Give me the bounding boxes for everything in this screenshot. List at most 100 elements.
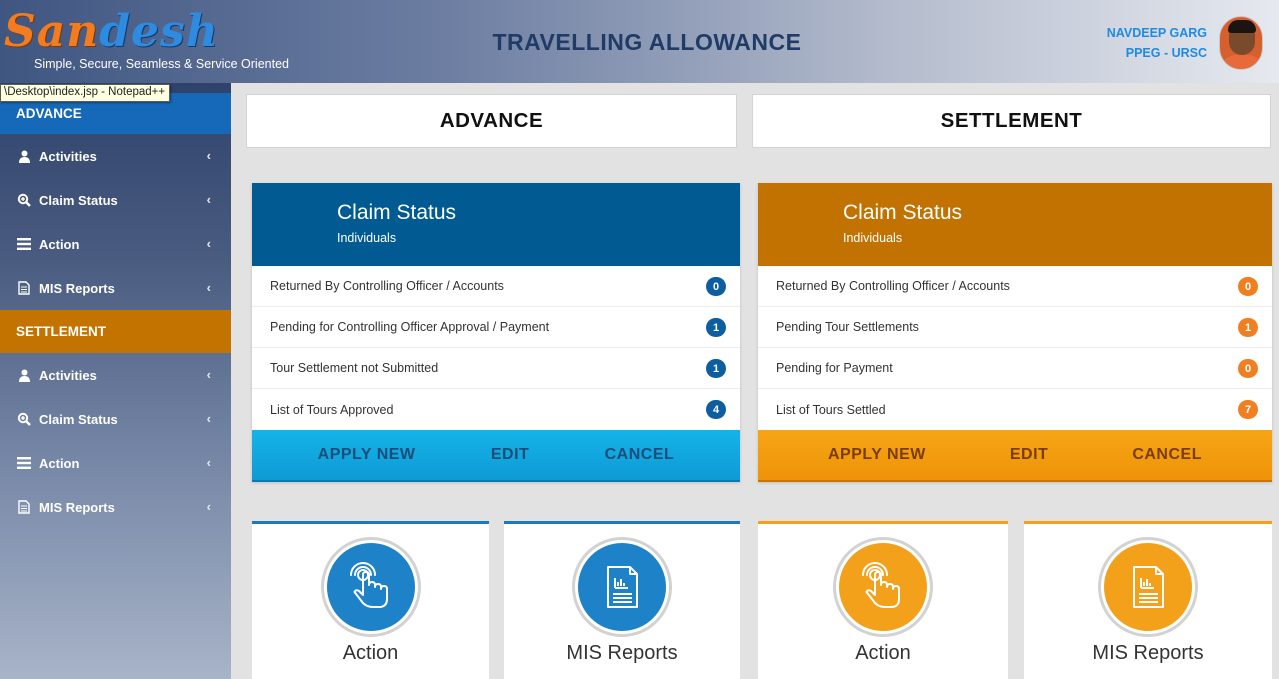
settlement-claim-status-card: Claim Status Individuals Returned By Con…: [758, 183, 1272, 482]
advance-panel-title: ADVANCE: [246, 94, 737, 148]
row-label: Pending for Payment: [776, 361, 893, 375]
count-badge: 4: [706, 400, 726, 419]
advance-status-row[interactable]: List of Tours Approved 4: [252, 389, 740, 430]
row-label: List of Tours Approved: [270, 402, 394, 417]
advance-action-tile[interactable]: Action: [252, 521, 489, 679]
tile-label: MIS Reports: [1092, 642, 1204, 664]
sidebar-item-advance-action[interactable]: Action ‹: [0, 222, 231, 266]
report-icon: [578, 543, 666, 631]
notepad-tooltip: \Desktop\index.jsp - Notepad++: [0, 84, 171, 102]
settlement-status-row[interactable]: List of Tours Settled 7: [758, 389, 1272, 430]
settlement-status-row[interactable]: Pending for Payment 0: [758, 348, 1272, 389]
logo-text-part1: San: [4, 6, 100, 57]
edit-button[interactable]: EDIT: [1010, 446, 1048, 464]
touch-hand-icon: [839, 543, 927, 631]
sidebar-item-label: MIS Reports: [39, 499, 115, 515]
sidebar-item-settlement-activities[interactable]: Activities ‹: [0, 353, 231, 397]
tile-icon-ring: [833, 537, 933, 637]
sidebar-item-label: Claim Status: [39, 192, 118, 208]
tile-label: Action: [855, 642, 911, 664]
avatar-hair: [1228, 20, 1256, 33]
document-icon: [16, 281, 32, 295]
sidebar-item-advance-activities[interactable]: Activities ‹: [0, 134, 231, 178]
settlement-status-row[interactable]: Returned By Controlling Officer / Accoun…: [758, 266, 1272, 307]
avatar-shirt: [1220, 55, 1262, 69]
chevron-left-icon: ‹: [206, 236, 211, 251]
sidebar-section-settlement[interactable]: SETTLEMENT: [0, 310, 231, 353]
row-label: Pending Tour Settlements: [776, 320, 919, 334]
tile-label: MIS Reports: [566, 642, 678, 664]
status-subtitle: Individuals: [843, 231, 903, 245]
count-badge: 7: [1238, 400, 1258, 419]
user-name[interactable]: NAVDEEP GARG: [1107, 26, 1207, 40]
cancel-button[interactable]: CANCEL: [1132, 446, 1202, 464]
row-label: List of Tours Settled: [776, 402, 886, 417]
count-badge: 0: [706, 277, 726, 296]
chevron-left-icon: ‹: [206, 455, 211, 470]
chevron-left-icon: ‹: [206, 411, 211, 426]
sandesh-logo[interactable]: Sandesh: [4, 4, 219, 60]
status-subtitle: Individuals: [337, 231, 397, 245]
row-label: Returned By Controlling Officer / Accoun…: [270, 279, 504, 293]
tile-icon-ring: [1098, 537, 1198, 637]
list-icon: [16, 456, 32, 470]
advance-button-bar: APPLY NEW EDIT CANCEL: [252, 430, 740, 482]
sidebar-item-label: Activities: [39, 148, 97, 164]
sidebar-item-label: MIS Reports: [39, 280, 115, 296]
sidebar-item-label: Action: [39, 236, 80, 252]
tagline: Simple, Secure, Seamless & Service Orien…: [34, 57, 289, 71]
advance-claim-status-card: Claim Status Individuals Returned By Con…: [252, 183, 740, 482]
cancel-button[interactable]: CANCEL: [605, 446, 675, 464]
chevron-left-icon: ‹: [206, 499, 211, 514]
settlement-status-header: Claim Status Individuals: [758, 183, 1272, 266]
sidebar-item-settlement-action[interactable]: Action ‹: [0, 441, 231, 485]
touch-hand-icon: [326, 543, 415, 631]
sidebar-item-advance-mis-reports[interactable]: MIS Reports ‹: [0, 266, 231, 310]
user-icon: [16, 149, 32, 163]
advance-mis-reports-tile[interactable]: MIS Reports: [504, 521, 740, 679]
report-icon: [1104, 543, 1192, 631]
user-role: PPEG - URSC: [1125, 46, 1207, 60]
count-badge: 1: [1238, 318, 1258, 337]
document-icon: [16, 500, 32, 514]
count-badge: 1: [706, 359, 726, 378]
tile-icon-ring: [320, 537, 421, 637]
edit-button[interactable]: EDIT: [491, 446, 529, 464]
sidebar-item-settlement-claim-status[interactable]: Claim Status ‹: [0, 397, 231, 441]
status-title: Claim Status: [337, 201, 457, 224]
advance-status-header: Claim Status Individuals: [252, 183, 740, 266]
row-label: Returned By Controlling Officer / Accoun…: [776, 279, 1010, 293]
chevron-left-icon: ‹: [206, 280, 211, 295]
chevron-left-icon: ‹: [206, 192, 211, 207]
list-icon: [16, 237, 32, 251]
sidebar: ADVANCE Activities ‹ Claim Status ‹ Acti…: [0, 83, 231, 679]
count-badge: 1: [706, 318, 726, 337]
top-header: Sandesh Simple, Secure, Seamless & Servi…: [0, 0, 1279, 83]
row-label: Pending for Controlling Officer Approval…: [270, 320, 550, 334]
zoom-search-icon: [16, 412, 32, 426]
settlement-panel-title: SETTLEMENT: [752, 94, 1271, 148]
sidebar-item-label: Action: [39, 455, 80, 471]
logo-text-part2: desh: [99, 6, 219, 57]
user-icon: [16, 368, 32, 382]
settlement-button-bar: APPLY NEW EDIT CANCEL: [758, 430, 1272, 482]
row-label: Tour Settlement not Submitted: [270, 361, 439, 375]
sidebar-item-label: Claim Status: [39, 411, 118, 427]
advance-status-row[interactable]: Tour Settlement not Submitted 1: [252, 348, 740, 389]
tile-icon-ring: [572, 537, 672, 637]
sidebar-item-settlement-mis-reports[interactable]: MIS Reports ‹: [0, 485, 231, 529]
sidebar-item-advance-claim-status[interactable]: Claim Status ‹: [0, 178, 231, 222]
avatar[interactable]: [1219, 16, 1263, 70]
settlement-status-row[interactable]: Pending Tour Settlements 1: [758, 307, 1272, 348]
settlement-mis-reports-tile[interactable]: MIS Reports: [1024, 521, 1272, 679]
zoom-search-icon: [16, 193, 32, 207]
chevron-left-icon: ‹: [206, 148, 211, 163]
apply-new-button[interactable]: APPLY NEW: [828, 446, 926, 464]
count-badge: 0: [1238, 277, 1258, 296]
chevron-left-icon: ‹: [206, 367, 211, 382]
sidebar-item-label: Activities: [39, 367, 97, 383]
settlement-action-tile[interactable]: Action: [758, 521, 1008, 679]
advance-status-row[interactable]: Pending for Controlling Officer Approval…: [252, 307, 740, 348]
advance-status-row[interactable]: Returned By Controlling Officer / Accoun…: [252, 266, 740, 307]
apply-new-button[interactable]: APPLY NEW: [318, 446, 416, 464]
